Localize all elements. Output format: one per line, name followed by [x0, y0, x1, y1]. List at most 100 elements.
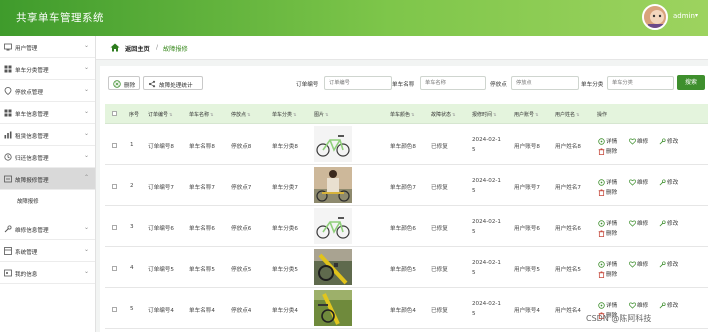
order-number-input[interactable]	[324, 76, 392, 90]
col-status[interactable]: 故障状态⇅	[431, 111, 455, 118]
chevron-down-icon: ⌄	[83, 268, 89, 275]
col-color[interactable]: 单车颜色⇅	[390, 111, 414, 118]
sidebar-item-bike-info[interactable]: 单车信息管理 ⌄	[0, 102, 95, 124]
sidebar-item-user[interactable]: 用户管理 ⌄	[0, 36, 95, 58]
cell-username: 用户姓名5	[555, 267, 581, 273]
sidebar-item-bike-category[interactable]: 单车分类管理 ⌄	[0, 58, 95, 80]
select-all-checkbox[interactable]	[112, 111, 117, 116]
bike-category-input[interactable]	[607, 76, 674, 90]
filter-label-order: 订单编号	[296, 82, 319, 88]
table-header: 序号 订单编号⇅ 单车名称⇅ 停放点⇅ 单车分类⇅ 图片⇅ 单车颜色⇅ 故障状态…	[105, 104, 708, 124]
row-checkbox[interactable]	[112, 225, 117, 230]
sidebar-subitem-fault-report[interactable]: 故障报修	[0, 190, 95, 210]
col-index: 序号	[129, 112, 140, 118]
fault-stats-label: 故障处理统计	[159, 82, 193, 89]
detail-button[interactable]: 详情	[598, 219, 617, 227]
delete-row-button[interactable]: 删除	[598, 270, 617, 278]
detail-icon	[598, 179, 605, 186]
edit-button[interactable]: 修改	[659, 137, 678, 145]
sidebar-item-label: 归还信息管理	[15, 156, 49, 162]
cell-status: 已修复	[431, 144, 448, 150]
row-checkbox[interactable]	[112, 143, 117, 148]
col-name[interactable]: 单车名称⇅	[189, 111, 213, 118]
sidebar-item-label: 我的信息	[15, 272, 38, 278]
chevron-down-icon: ⌄	[83, 224, 89, 231]
row-checkbox[interactable]	[112, 266, 117, 271]
delete-circle-icon	[113, 80, 121, 88]
col-account[interactable]: 用户账号⇅	[514, 111, 538, 118]
system-icon	[4, 247, 12, 255]
sidebar-item-repair-info[interactable]: 维修信息管理 ⌄	[0, 218, 95, 240]
cell-account: 用户账号7	[514, 185, 540, 191]
cell-status: 已修复	[431, 267, 448, 273]
table-row: 3 订单编号6 单车名称6 停放点6 单车分类6 单车颜色6 已修复 2024-02-1 5 用户…	[105, 206, 708, 247]
sidebar-item-label: 用户管理	[15, 46, 38, 52]
repair-button[interactable]: 维修	[629, 137, 648, 145]
trash-icon	[598, 189, 605, 196]
heart-icon	[629, 302, 636, 309]
detail-button[interactable]: 详情	[598, 260, 617, 268]
bike-name-input[interactable]	[420, 76, 486, 90]
watermark: CSDN @陈阿科技	[586, 314, 652, 323]
bike-photo	[314, 126, 352, 162]
repair-button[interactable]: 维修	[629, 219, 648, 227]
cell-username: 用户姓名8	[555, 144, 581, 150]
sidebar-item-parking-spot[interactable]: 停放点管理 ⌄	[0, 80, 95, 102]
cell-color: 单车颜色4	[390, 308, 416, 314]
trash-icon	[598, 271, 605, 278]
cell-name: 单车名称5	[189, 267, 215, 273]
fault-stats-button[interactable]: 故障处理统计	[143, 76, 203, 90]
delete-row-button[interactable]: 删除	[598, 188, 617, 196]
sidebar-item-system[interactable]: 系统管理 ⌄	[0, 240, 95, 262]
row-checkbox[interactable]	[112, 307, 117, 312]
search-button[interactable]: 搜索	[677, 75, 705, 90]
repair-button[interactable]: 维修	[629, 260, 648, 268]
breadcrumb-current: 故障报修	[163, 46, 188, 53]
heart-icon	[629, 261, 636, 268]
sidebar-item-label: 故障报修管理	[15, 178, 49, 184]
edit-button[interactable]: 修改	[659, 301, 678, 309]
detail-button[interactable]: 详情	[598, 178, 617, 186]
col-picture[interactable]: 图片⇅	[314, 111, 328, 118]
col-time[interactable]: 报修时间⇅	[472, 111, 496, 118]
parking-spot-input[interactable]	[511, 76, 579, 90]
avatar[interactable]	[642, 4, 668, 30]
user-name[interactable]: admin	[673, 12, 695, 20]
home-icon[interactable]	[110, 43, 120, 52]
cell-index: 5	[130, 306, 134, 312]
return-icon	[4, 153, 12, 161]
cell-category: 单车分类6	[272, 226, 298, 232]
sidebar-item-rental-info[interactable]: 租赁信息管理 ⌄	[0, 124, 95, 146]
sidebar-item-fault-report[interactable]: 故障报修管理 ⌃	[0, 168, 95, 190]
cell-color: 单车颜色8	[390, 144, 416, 150]
sidebar-item-label: 单车信息管理	[15, 112, 49, 118]
breadcrumb-home-link[interactable]: 返回主页	[125, 44, 150, 53]
delete-row-button[interactable]: 删除	[598, 147, 617, 155]
cell-username: 用户姓名6	[555, 226, 581, 232]
detail-button[interactable]: 详情	[598, 301, 617, 309]
delete-button[interactable]: 删除	[108, 76, 140, 90]
col-username[interactable]: 用户姓名⇅	[555, 111, 579, 118]
edit-button[interactable]: 修改	[659, 219, 678, 227]
chevron-down-icon: ⌄	[83, 246, 89, 253]
cell-time: 2024-02-1	[472, 301, 501, 307]
repair-button[interactable]: 维修	[629, 178, 648, 186]
sidebar-item-my-info[interactable]: 我的信息 ⌄	[0, 262, 95, 284]
detail-button[interactable]: 详情	[598, 137, 617, 145]
edit-button[interactable]: 修改	[659, 260, 678, 268]
col-spot[interactable]: 停放点⇅	[231, 111, 250, 118]
repair-button[interactable]: 维修	[629, 301, 648, 309]
col-order[interactable]: 订单编号⇅	[148, 111, 172, 118]
row-checkbox[interactable]	[112, 184, 117, 189]
sidebar-item-label: 停放点管理	[15, 90, 43, 96]
top-bar: 共享单车管理系统 admin ▾	[0, 0, 708, 36]
filter-label-name: 单车名称	[392, 82, 415, 88]
cell-username: 用户姓名4	[555, 308, 581, 314]
cell-category: 单车分类8	[272, 144, 298, 150]
col-category[interactable]: 单车分类⇅	[272, 111, 296, 118]
cell-name: 单车名称8	[189, 144, 215, 150]
sidebar-item-return-info[interactable]: 归还信息管理 ⌄	[0, 146, 95, 168]
user-menu-caret-icon[interactable]: ▾	[695, 12, 698, 19]
edit-button[interactable]: 修改	[659, 178, 678, 186]
delete-row-button[interactable]: 删除	[598, 229, 617, 237]
